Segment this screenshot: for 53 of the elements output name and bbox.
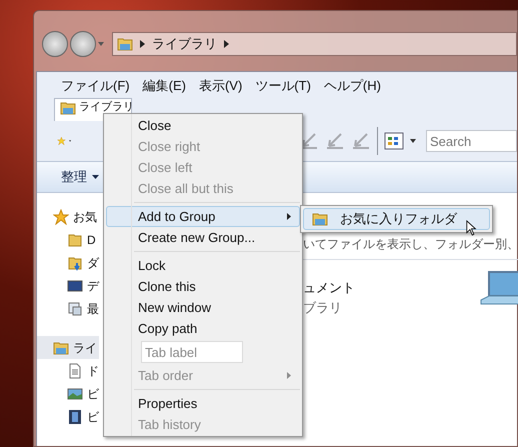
dropdown-caret-icon[interactable] <box>410 139 416 143</box>
breadcrumb-arrow-icon <box>140 40 145 48</box>
dropdown-caret-icon[interactable] <box>68 139 71 143</box>
menu-item[interactable]: Lock <box>106 255 300 276</box>
item-name: ュメント <box>303 279 355 297</box>
menu-bar-item[interactable]: ツール(T) <box>255 76 311 96</box>
library-folder-icon <box>53 340 69 354</box>
download-folder-icon <box>67 254 83 270</box>
library-folder-icon <box>117 37 133 51</box>
nav-item[interactable]: ド <box>37 359 99 382</box>
menu-item[interactable]: お気に入りフォルダ <box>303 208 490 230</box>
library-folder-icon <box>312 212 328 226</box>
submenu-arrow-icon <box>287 213 291 220</box>
breadcrumb[interactable]: ライブラリ <box>152 34 217 54</box>
mouse-pointer-icon <box>466 220 477 236</box>
item-subtitle: ブラリ <box>303 298 343 316</box>
menu-item[interactable]: New window <box>106 297 300 318</box>
menu-bar-item[interactable]: 編集(E) <box>142 76 186 96</box>
nav-item[interactable]: ライ <box>37 336 99 359</box>
submenu-arrow-icon <box>287 372 291 379</box>
recent-places-icon <box>67 300 83 316</box>
menu-item[interactable]: Copy path <box>106 318 300 339</box>
star-icon <box>53 208 69 224</box>
monitor-icon <box>67 278 83 294</box>
library-folder-icon <box>60 101 76 115</box>
description-text: いてファイルを表示し、フォルダー別、 <box>303 236 518 253</box>
view-options-icon[interactable] <box>384 132 404 150</box>
nav-item[interactable]: ダ <box>37 251 99 274</box>
menu-item[interactable]: Create new Group... <box>106 227 300 248</box>
menu-bar-item[interactable]: 表示(V) <box>198 76 242 96</box>
menu-item[interactable]: Clone this <box>106 276 300 297</box>
picture-icon <box>67 386 83 402</box>
dropdown-caret-icon <box>92 175 99 179</box>
nav-item[interactable]: お気 <box>37 205 99 228</box>
menu-bar-item[interactable]: ヘルプ(H) <box>324 76 381 96</box>
organize-button[interactable]: 整理 <box>61 167 99 187</box>
back-button[interactable] <box>42 31 68 57</box>
address-bar[interactable]: ライブラリ <box>112 32 517 56</box>
folder-icon <box>67 232 83 248</box>
film-icon <box>67 408 83 424</box>
menu-bar-item[interactable]: ファイル(F) <box>61 76 130 96</box>
nav-item[interactable]: D <box>37 228 99 251</box>
breadcrumb-arrow-icon <box>224 40 229 48</box>
menu-item[interactable]: Properties <box>106 393 300 414</box>
document-icon <box>67 362 83 378</box>
menu-item[interactable]: Add to Group <box>106 206 300 227</box>
nav-item[interactable]: ビ <box>37 382 99 405</box>
nav-item[interactable]: 最 <box>37 297 99 320</box>
nav-item[interactable]: ビ <box>37 405 99 428</box>
nav-item[interactable]: デ <box>37 274 99 297</box>
tab-label-field[interactable]: Tab label <box>141 341 243 363</box>
search-field[interactable]: Search <box>426 130 517 152</box>
forward-button[interactable] <box>70 31 96 57</box>
